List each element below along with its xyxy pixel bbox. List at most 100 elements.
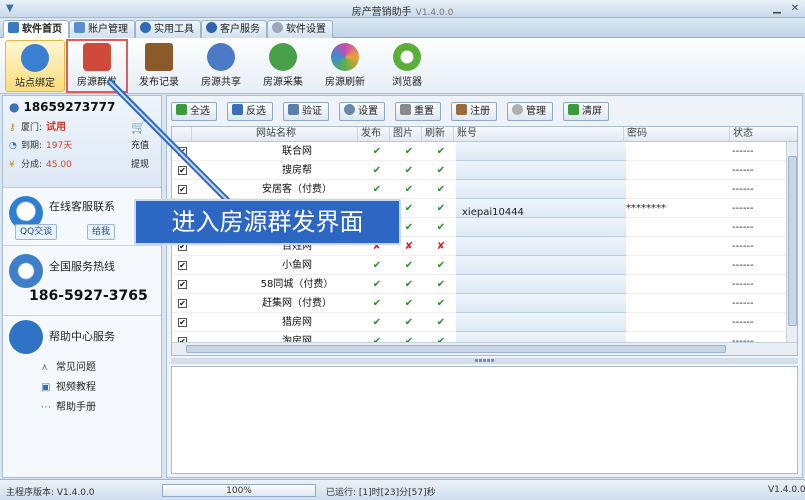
tab-account[interactable]: 账户管理 xyxy=(69,20,135,38)
row-password xyxy=(626,142,726,161)
settings-button[interactable]: 设置 xyxy=(339,102,385,121)
table-row[interactable]: ✔ 搜房帮 ✔ ✔ ✔ ------ xyxy=(172,161,787,180)
tool-label: 房源采集 xyxy=(263,77,303,88)
row-flag[interactable]: ✔ xyxy=(426,313,456,332)
header-site-name[interactable]: 网站名称 xyxy=(192,127,358,142)
help-item-video[interactable]: ▣ 视频教程 xyxy=(41,378,96,393)
phone-number: 18659273777 xyxy=(23,100,116,114)
expire-row: ◔ 到期: 197天 充值 xyxy=(9,137,155,156)
listing-refresh-button[interactable]: 房源刷新 xyxy=(315,40,375,92)
gear-icon xyxy=(272,22,283,33)
row-flag[interactable]: ✔ xyxy=(394,142,424,161)
row-flag[interactable]: ✔ xyxy=(362,256,392,275)
row-flag[interactable]: ✔ xyxy=(426,275,456,294)
row-flag[interactable]: ✔ xyxy=(362,180,392,199)
row-checkbox[interactable]: ✔ xyxy=(178,180,188,199)
row-flag[interactable]: ✔ xyxy=(394,275,424,294)
listing-collect-button[interactable]: 房源采集 xyxy=(253,40,313,92)
table-row[interactable]: ✔ 联合网 ✔ ✔ ✔ ------ xyxy=(172,142,787,161)
row-flag[interactable]: ✔ xyxy=(426,218,456,237)
row-flag[interactable]: ✔ xyxy=(426,294,456,313)
header-image[interactable]: 图片 xyxy=(390,127,422,142)
table-row[interactable]: ✔ 赶集网（付费） ✔ ✔ ✔ ------ xyxy=(172,294,787,313)
header-status[interactable]: 状态 xyxy=(730,127,797,142)
recharge-link[interactable]: 充值 xyxy=(131,137,149,156)
row-flag[interactable]: ✔ xyxy=(426,161,456,180)
invert-select-button[interactable]: 反选 xyxy=(227,102,273,121)
row-flag[interactable]: ✔ xyxy=(394,294,424,313)
header-account[interactable]: 账号 xyxy=(454,127,624,142)
manage-icon xyxy=(512,104,523,115)
site-bind-button[interactable]: 站点绑定 xyxy=(5,40,65,92)
help-item-label: 视频教程 xyxy=(56,382,96,393)
close-icon[interactable]: ✕ xyxy=(788,2,802,15)
tab-tools[interactable]: 实用工具 xyxy=(135,20,201,38)
row-flag[interactable]: ✔ xyxy=(426,199,456,218)
scroll-thumb[interactable] xyxy=(186,345,726,353)
header-publish[interactable]: 发布 xyxy=(358,127,390,142)
globe-icon xyxy=(393,43,421,71)
table-row[interactable]: ✔ 猎房网 ✔ ✔ ✔ ------ xyxy=(172,313,787,332)
row-checkbox[interactable]: ✔ xyxy=(178,313,188,332)
row-status: ------ xyxy=(732,146,754,157)
row-flag[interactable]: ✔ xyxy=(426,180,456,199)
tab-home[interactable]: 软件首页 xyxy=(3,20,69,38)
header-select xyxy=(172,127,192,142)
grid-vertical-scrollbar[interactable] xyxy=(786,142,797,342)
row-flag[interactable]: ✔ xyxy=(362,142,392,161)
header-password[interactable]: 密码 xyxy=(624,127,730,142)
listing-share-button[interactable]: 房源共享 xyxy=(191,40,251,92)
register-icon xyxy=(456,104,467,115)
tab-label: 客户服务 xyxy=(220,24,260,35)
grid-horizontal-scrollbar[interactable] xyxy=(172,342,797,355)
invert-icon xyxy=(232,104,243,115)
help-item-faq[interactable]: ⋏ 常见问题 xyxy=(41,358,96,373)
message-button[interactable]: 给我 xyxy=(87,224,116,240)
row-checkbox[interactable]: ✔ xyxy=(178,294,188,313)
row-checkbox[interactable]: ✔ xyxy=(178,142,188,161)
row-flag[interactable]: ✔ xyxy=(426,142,456,161)
browser-button[interactable]: 浏览器 xyxy=(377,40,437,92)
select-all-button[interactable]: 全选 xyxy=(171,102,217,121)
clear-screen-button[interactable]: 清屏 xyxy=(563,102,609,121)
table-row[interactable]: ✔ 小鱼网 ✔ ✔ ✔ ------ xyxy=(172,256,787,275)
row-flag[interactable]: ✔ xyxy=(394,180,424,199)
reset-button[interactable]: 重置 xyxy=(395,102,441,121)
row-password xyxy=(626,218,726,237)
minimize-icon[interactable]: ▁ xyxy=(770,2,784,15)
tab-settings[interactable]: 软件设置 xyxy=(267,20,333,38)
row-checkbox[interactable]: ✔ xyxy=(178,256,188,275)
tab-service[interactable]: 客户服务 xyxy=(201,20,267,38)
row-flag[interactable]: ✔ xyxy=(394,256,424,275)
manage-button[interactable]: 管理 xyxy=(507,102,553,121)
cart-icon[interactable]: 🛒 xyxy=(131,118,146,137)
listing-broadcast-button[interactable]: 房源群发 xyxy=(66,39,128,93)
register-button[interactable]: 注册 xyxy=(451,102,497,121)
verify-button[interactable]: 验证 xyxy=(283,102,329,121)
qq-chat-button[interactable]: QQ交谈 xyxy=(15,224,58,240)
withdraw-link[interactable]: 提现 xyxy=(131,156,149,175)
row-flag[interactable]: ✔ xyxy=(394,313,424,332)
publish-log-button[interactable]: 发布记录 xyxy=(129,40,189,92)
row-checkbox[interactable]: ✔ xyxy=(178,275,188,294)
button-label: 注册 xyxy=(470,106,490,117)
log-pane xyxy=(171,366,798,474)
help-center-title: 帮助中心服务 xyxy=(49,330,115,343)
scroll-thumb[interactable] xyxy=(788,156,797,326)
header-refresh[interactable]: 刷新 xyxy=(422,127,454,142)
help-item-manual[interactable]: ⋯ 帮助手册 xyxy=(41,398,96,413)
row-flag[interactable]: ✔ xyxy=(362,161,392,180)
row-flag[interactable]: ✔ xyxy=(362,313,392,332)
table-row[interactable]: ✔ 安居客（付费） ✔ ✔ ✔ ------ xyxy=(172,180,787,199)
row-flag[interactable]: ✔ xyxy=(362,275,392,294)
pane-splitter[interactable]: ▪▪▪▪▪ xyxy=(171,358,798,364)
row-flag[interactable]: ✘ xyxy=(426,237,456,256)
row-checkbox[interactable]: ✔ xyxy=(178,161,188,180)
row-status: ------ xyxy=(732,184,754,195)
row-flag[interactable]: ✔ xyxy=(394,161,424,180)
window-version: V1.4.0.0 xyxy=(415,8,454,18)
row-flag[interactable]: ✔ xyxy=(362,294,392,313)
row-flag[interactable]: ✔ xyxy=(426,256,456,275)
window-title-text: 房产营销助手 xyxy=(351,7,412,18)
table-row[interactable]: ✔ 58同城（付费） ✔ ✔ ✔ ------ xyxy=(172,275,787,294)
